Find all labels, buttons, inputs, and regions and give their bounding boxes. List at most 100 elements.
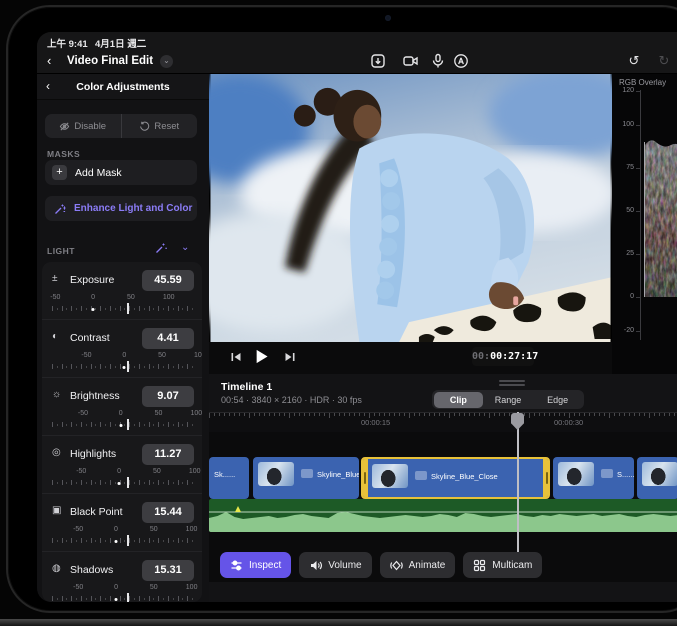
scope-tick-label: 75 bbox=[614, 164, 634, 171]
rgb-overlay-scope: RGB Overlay 1201007550250-20 bbox=[612, 74, 677, 374]
slider-contrast: ◐Contrast4.41-50050100 bbox=[42, 320, 202, 378]
ruler-scale-label: 100 bbox=[190, 410, 202, 417]
clip-thumbnail bbox=[642, 462, 677, 486]
front-camera bbox=[385, 15, 391, 21]
animate-button[interactable]: Animate bbox=[380, 552, 456, 578]
clip-Sk......[interactable]: Sk...... bbox=[209, 457, 249, 499]
panel-header: ‹ Color Adjustments bbox=[37, 74, 209, 100]
ruler-scale-label: -50 bbox=[73, 584, 83, 591]
value-marker bbox=[127, 593, 129, 602]
project-title[interactable]: Video Final Edit bbox=[67, 55, 153, 67]
tool-label: Multicam bbox=[492, 560, 532, 571]
trim-handle-right[interactable] bbox=[543, 459, 550, 497]
mode-edge[interactable]: Edge bbox=[533, 392, 583, 408]
light-sliders: ±Exposure45.59-50050100◐Contrast4.41-500… bbox=[42, 262, 202, 602]
ruler-scale-label: 50 bbox=[150, 584, 158, 591]
slider-shadows: ◍Shadows15.31-50050100 bbox=[42, 552, 202, 602]
clip-thumbnail bbox=[558, 462, 594, 486]
play-icon[interactable] bbox=[253, 348, 270, 365]
scope-tick-label: 50 bbox=[614, 207, 634, 214]
playhead[interactable] bbox=[517, 412, 519, 575]
chevron-down-icon[interactable]: ⌄ bbox=[160, 55, 173, 68]
volume-button[interactable]: Volume bbox=[299, 552, 371, 578]
ruler-scale-label: 0 bbox=[114, 584, 118, 591]
slider-ruler[interactable]: -50050100 bbox=[52, 526, 192, 548]
slider-value-field[interactable]: 15.31 bbox=[142, 560, 194, 581]
inspect-button[interactable]: Inspect bbox=[220, 552, 291, 578]
slider-black-point: ▣Black Point15.44-50050100 bbox=[42, 494, 202, 552]
edit-mode-control: ClipRangeEdge bbox=[432, 390, 584, 409]
mode-clip[interactable]: Clip bbox=[434, 392, 484, 408]
ruler-timecode: 00:00:30 bbox=[554, 418, 583, 427]
slider-ruler[interactable]: -50050100 bbox=[52, 410, 192, 432]
media-icon bbox=[301, 469, 313, 478]
timeline-grabber[interactable] bbox=[499, 380, 525, 382]
tool-label: Volume bbox=[328, 560, 361, 571]
audio-track[interactable] bbox=[209, 499, 677, 532]
slider-highlights: ◎Highlights11.27-50050100 bbox=[42, 436, 202, 494]
disable-label: Disable bbox=[74, 121, 106, 132]
video-preview[interactable] bbox=[209, 74, 612, 342]
slider-ruler[interactable]: -50050100 bbox=[52, 294, 192, 316]
multicam-button[interactable]: Multicam bbox=[463, 552, 542, 578]
ruler-scale-label: -50 bbox=[78, 410, 88, 417]
slider-value-field[interactable]: 9.07 bbox=[142, 386, 194, 407]
mode-range[interactable]: Range bbox=[483, 392, 533, 408]
disable-button[interactable]: Disable bbox=[45, 114, 122, 138]
slider-value-field[interactable]: 4.41 bbox=[142, 328, 194, 349]
reset-button[interactable]: Reset bbox=[122, 114, 198, 138]
ruler-scale-label: 50 bbox=[158, 352, 166, 359]
panel-title: Color Adjustments bbox=[37, 81, 209, 93]
color-adjustments-panel: ‹ Color Adjustments Disable Reset MASKS … bbox=[37, 74, 209, 602]
slider-brightness: ☼Brightness9.07-50050100 bbox=[42, 378, 202, 436]
clip-name: Skyline_Blue_Close bbox=[431, 472, 498, 481]
timecode-value: 00:27:17 bbox=[490, 351, 538, 362]
zero-dot bbox=[115, 598, 118, 601]
black-point-icon: ▣ bbox=[52, 505, 61, 516]
zero-dot bbox=[114, 540, 117, 543]
camera-icon[interactable] bbox=[402, 53, 420, 69]
zero-dot bbox=[119, 424, 122, 427]
clip-partial[interactable] bbox=[637, 457, 677, 499]
desk-edge bbox=[0, 619, 677, 626]
clip-S......[interactable]: S...... bbox=[553, 457, 634, 499]
tool-label: Animate bbox=[409, 560, 446, 571]
undo-icon[interactable]: ↺ bbox=[627, 53, 641, 69]
clip-Skyline_Blue_Close[interactable]: Skyline_Blue_Close bbox=[361, 457, 550, 499]
scope-tick-label: -20 bbox=[614, 327, 634, 334]
clip-Skyline_Blue_Wide[interactable]: Skyline_Blue_Wide bbox=[253, 457, 359, 499]
clip-thumbnail bbox=[258, 462, 294, 486]
slider-label: Exposure bbox=[70, 274, 114, 286]
import-icon[interactable] bbox=[369, 53, 387, 69]
pencil-tool-icon[interactable] bbox=[452, 53, 470, 69]
enhance-label: Enhance Light and Color bbox=[74, 203, 192, 214]
redo-icon[interactable]: ↻ bbox=[657, 53, 671, 69]
timeline-ruler[interactable]: 00:00:1500:00:30 bbox=[209, 412, 677, 432]
enhance-light-color-button[interactable]: Enhance Light and Color bbox=[45, 196, 197, 221]
add-mask-button[interactable]: + Add Mask bbox=[45, 160, 197, 185]
slider-ruler[interactable]: -50050100 bbox=[52, 584, 192, 602]
skip-forward-icon[interactable] bbox=[283, 350, 297, 364]
ruler-scale-label: 100 bbox=[186, 584, 198, 591]
ruler-scale-label: 50 bbox=[153, 468, 161, 475]
slider-value-field[interactable]: 15.44 bbox=[142, 502, 194, 523]
slider-ruler[interactable]: -50050100 bbox=[52, 468, 192, 490]
slider-value-field[interactable]: 45.59 bbox=[142, 270, 194, 291]
timeline-meta: 00:54 · 3840 × 2160 · HDR · 30 fps bbox=[221, 395, 362, 405]
microphone-icon[interactable] bbox=[429, 53, 447, 69]
back-icon[interactable]: ‹ bbox=[47, 53, 51, 68]
ruler-scale-label: -50 bbox=[73, 526, 83, 533]
timeline-toolbar: Inspect Volume Animate Multicam bbox=[220, 552, 542, 578]
light-collapse-icon[interactable]: ⌄ bbox=[181, 242, 189, 253]
trim-handle-left[interactable] bbox=[361, 459, 368, 497]
value-marker bbox=[127, 477, 129, 488]
slider-value-field[interactable]: 11.27 bbox=[142, 444, 194, 465]
timecode-hours: 00: bbox=[472, 351, 490, 362]
skip-back-icon[interactable] bbox=[229, 350, 243, 364]
slider-ruler[interactable]: -50050100 bbox=[52, 352, 192, 374]
slider-label: Highlights bbox=[70, 448, 116, 460]
auto-light-icon[interactable] bbox=[155, 242, 167, 254]
add-mask-label: Add Mask bbox=[75, 167, 122, 179]
value-marker bbox=[127, 535, 129, 546]
ruler-scale-label: 50 bbox=[155, 410, 163, 417]
